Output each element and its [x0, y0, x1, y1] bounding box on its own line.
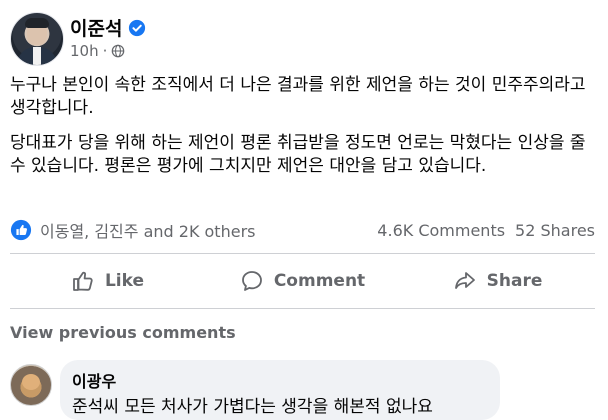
comment-button[interactable]: Comment	[205, 259, 400, 303]
comments-count[interactable]: 4.6K Comments	[377, 221, 505, 240]
share-arrow-icon	[454, 272, 475, 289]
globe-icon[interactable]	[111, 44, 125, 58]
share-button[interactable]: Share	[400, 259, 595, 303]
reactions-bar: 이동열, 김진주 and 2K others 4.6K Comments 52 …	[10, 218, 595, 242]
share-label: Share	[486, 271, 543, 291]
author-name[interactable]: 이준석	[70, 14, 122, 41]
post-body: 누구나 본인이 속한 조직에서 더 나은 결과를 위한 제언을 하는 것이 민주…	[10, 74, 595, 190]
divider	[10, 253, 595, 254]
author-line: 이준석	[70, 14, 146, 41]
comment-bubble-icon	[241, 271, 262, 291]
post-time[interactable]: 10h	[70, 42, 99, 60]
reaction-names[interactable]: 이동열, 김진주 and 2K others	[40, 218, 255, 242]
like-reaction-icon[interactable]	[10, 219, 32, 241]
thumbs-up-icon	[73, 271, 93, 291]
like-label: Like	[104, 271, 145, 291]
post-paragraph: 당대표가 당을 위해 하는 제언이 평론 취급받을 정도면 언로는 막혔다는 인…	[10, 133, 586, 176]
comment-text: 준석씨 모든 처사가 가볍다는 생각을 해본적 없나요	[72, 397, 433, 417]
comment-bubble: 이광우 준석씨 모든 처사가 가볍다는 생각을 해본적 없나요	[60, 360, 500, 420]
like-button[interactable]: Like	[10, 259, 205, 303]
post-header: 이준석 10h ·	[10, 10, 590, 66]
action-bar: Like Comment Share	[10, 259, 595, 303]
meta-separator: ·	[102, 42, 108, 60]
post-stats: 4.6K Comments 52 Shares	[377, 221, 595, 240]
verified-badge-icon	[128, 19, 146, 37]
view-previous-comments-link[interactable]: View previous comments	[10, 323, 236, 342]
commenter-avatar[interactable]	[10, 364, 52, 406]
author-avatar[interactable]	[10, 12, 64, 66]
divider	[10, 308, 595, 309]
commenter-name[interactable]: 이광우	[72, 368, 116, 392]
post-meta: 10h ·	[70, 42, 125, 60]
comment-label: Comment	[273, 271, 366, 291]
post-paragraph: 누구나 본인이 속한 조직에서 더 나은 결과를 위한 제언을 하는 것이 민주…	[10, 75, 586, 118]
shares-count[interactable]: 52 Shares	[515, 221, 595, 240]
